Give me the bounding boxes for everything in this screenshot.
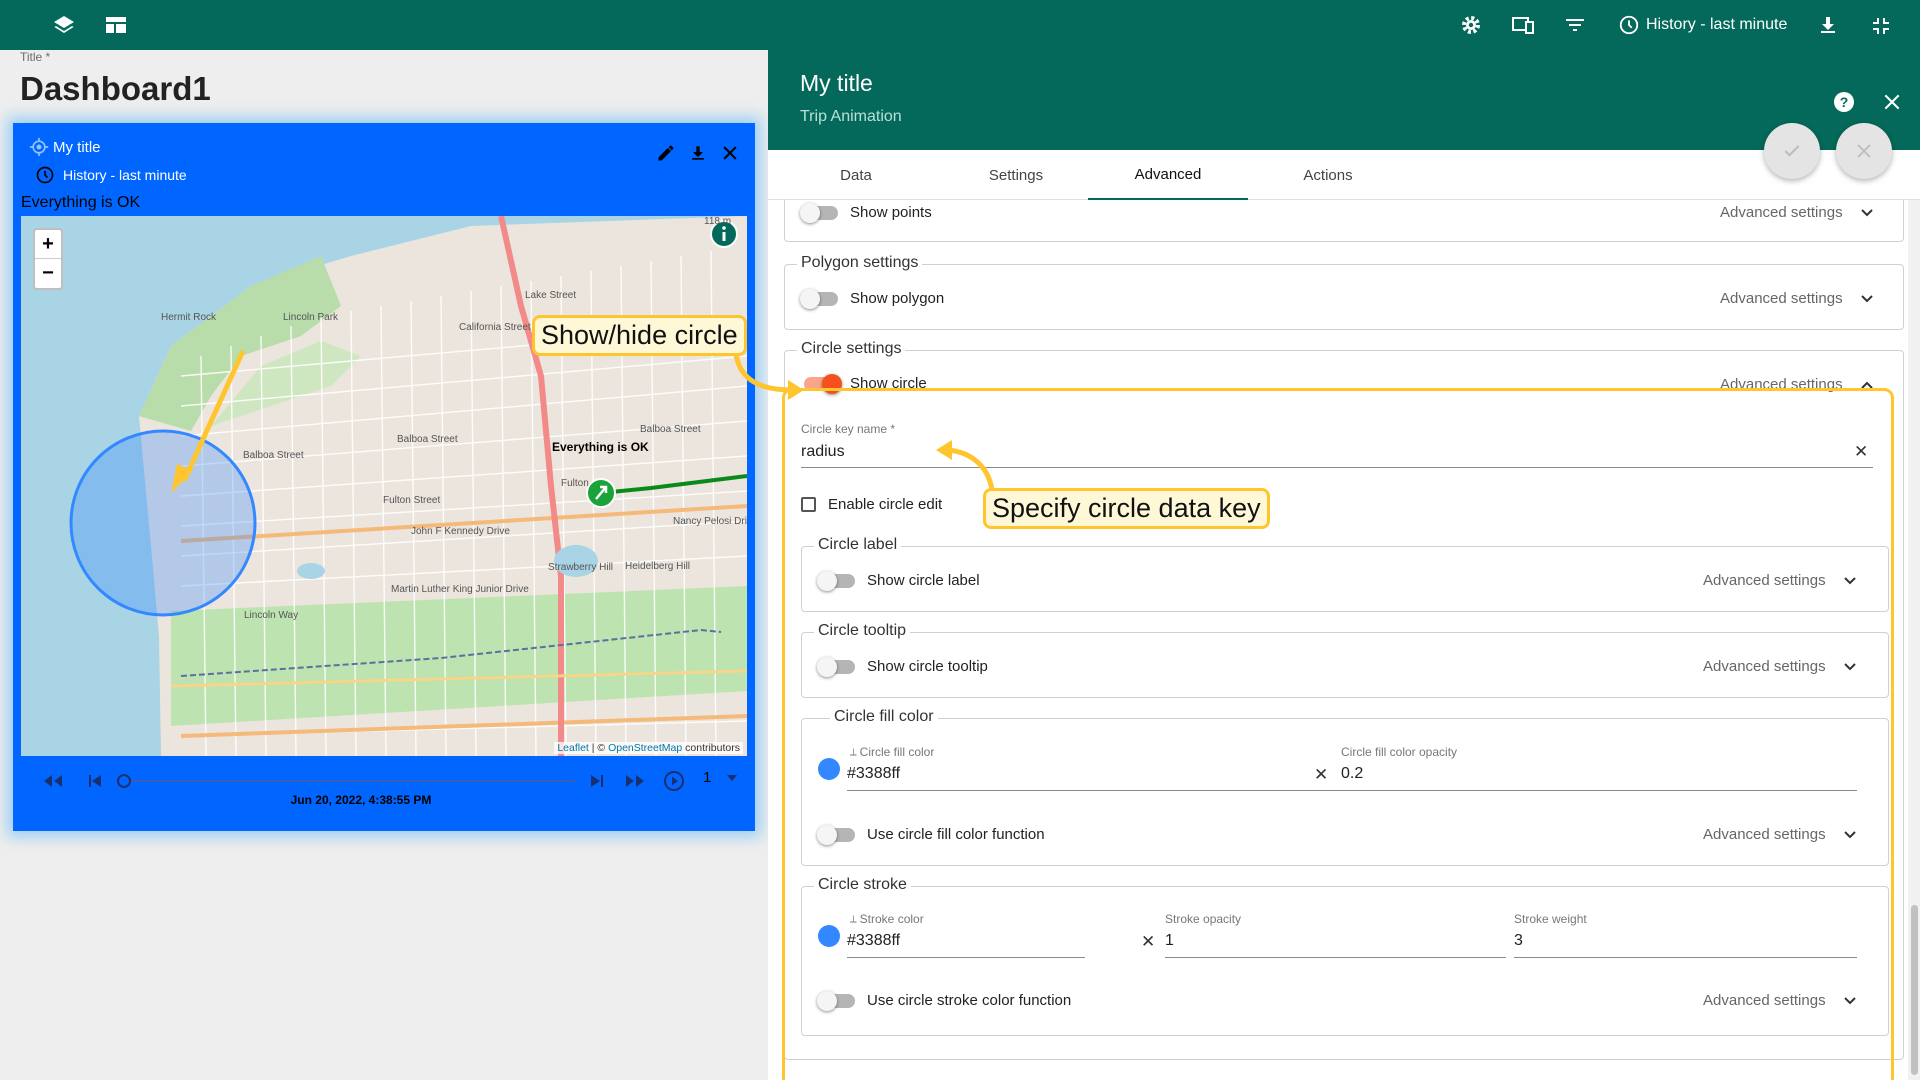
widget-history-label: History - last minute xyxy=(63,167,187,183)
map-attribution: Leaflet | © OpenStreetMap contributors xyxy=(554,742,743,754)
editor-subtitle: Trip Animation xyxy=(800,108,902,125)
leaflet-link[interactable]: Leaflet xyxy=(557,742,589,754)
download-icon[interactable] xyxy=(688,143,708,163)
tab-advanced[interactable]: Advanced xyxy=(1088,150,1248,200)
attribution-tail: contributors xyxy=(682,742,740,754)
scrollbar[interactable] xyxy=(1908,200,1920,1080)
devices-icon[interactable] xyxy=(1511,13,1535,37)
points-advanced-settings[interactable]: Advanced settings xyxy=(1720,204,1873,221)
polygon-settings-legend: Polygon settings xyxy=(797,254,923,272)
editor-title: My title xyxy=(800,70,873,96)
map-label: Lincoln Way xyxy=(244,610,299,621)
show-polygon-row: Show polygon xyxy=(800,288,945,309)
fast-forward-icon[interactable] xyxy=(625,773,645,789)
chevron-down-icon[interactable] xyxy=(727,775,737,781)
tab-actions[interactable]: Actions xyxy=(1248,150,1408,200)
map-label: Lincoln Park xyxy=(283,312,339,323)
close-icon[interactable] xyxy=(720,143,740,163)
map-label: Heidelberg Hill xyxy=(625,561,691,572)
widget-history: History - last minute xyxy=(35,165,187,185)
callout-arrow xyxy=(936,440,995,491)
help-icon[interactable]: ? xyxy=(1832,90,1856,114)
top-toolbar: History - last minute xyxy=(0,0,1920,50)
map-label: Martin Luther King Junior Drive xyxy=(391,584,529,595)
dashboard-title-input[interactable]: Dashboard1 xyxy=(20,70,211,108)
show-points-label: Show points xyxy=(850,204,932,221)
map-label: Hermit Rock xyxy=(161,312,217,323)
advanced-settings-label: Advanced settings xyxy=(1720,204,1843,221)
map-label: California Street xyxy=(459,322,531,333)
editor-header: My title Trip Animation ? xyxy=(768,50,1920,150)
scale-label: 118 m xyxy=(704,216,732,227)
callout-arrow xyxy=(733,353,804,400)
speed-select[interactable]: 1 xyxy=(703,769,711,786)
show-points-row: Show points xyxy=(800,202,932,223)
skip-next-icon[interactable] xyxy=(589,773,605,789)
zoom-out-button[interactable]: − xyxy=(35,259,61,288)
map-label: Fulton Street xyxy=(383,495,441,506)
tab-settings[interactable]: Settings xyxy=(936,150,1096,200)
attribution-separator: | © xyxy=(588,742,609,754)
show-polygon-toggle[interactable] xyxy=(800,288,838,309)
fullscreen-exit-icon[interactable] xyxy=(1868,13,1892,37)
advanced-settings-content: Show points Advanced settings Polygon se… xyxy=(768,200,1908,1080)
show-polygon-label: Show polygon xyxy=(850,290,945,307)
timeline-slider-thumb[interactable] xyxy=(117,774,131,788)
callout-specify-key: Specify circle data key xyxy=(983,488,1270,529)
download-icon[interactable] xyxy=(1816,13,1840,37)
scrollbar-thumb[interactable] xyxy=(1911,905,1918,1075)
filter-icon[interactable] xyxy=(1563,13,1587,37)
location-icon xyxy=(29,137,49,157)
map-widget: My title History - last minute Everythin… xyxy=(13,123,755,831)
svg-text:?: ? xyxy=(1840,94,1849,110)
clock-icon xyxy=(36,166,54,184)
map-label: Fulton xyxy=(561,478,589,489)
map-view[interactable]: + − Lake Street California Street Balboa… xyxy=(21,216,747,756)
map-label: John F Kennedy Drive xyxy=(411,526,510,537)
editor-tabs: Data Settings Advanced Actions xyxy=(768,150,1920,200)
widget-title: My title xyxy=(53,139,101,156)
map-label: Balboa Street xyxy=(243,450,304,461)
show-points-toggle[interactable] xyxy=(800,202,838,223)
map-label: Lake Street xyxy=(525,290,577,301)
layers-icon[interactable] xyxy=(52,13,76,37)
map-label: Balboa Street xyxy=(397,434,458,445)
dashboard-layout-icon[interactable] xyxy=(104,13,128,37)
close-icon[interactable] xyxy=(1882,92,1902,112)
zoom-control: + − xyxy=(33,228,63,290)
title-field-label: Title * xyxy=(20,50,51,64)
osm-link[interactable]: OpenStreetMap xyxy=(608,742,682,754)
timeline-slider-track[interactable] xyxy=(121,780,575,782)
skip-previous-icon[interactable] xyxy=(87,773,103,789)
clock-icon xyxy=(1619,15,1639,35)
callout-show-hide-circle: Show/hide circle xyxy=(532,315,747,356)
map-label: Nancy Pelosi Drive xyxy=(673,516,747,527)
tab-data[interactable]: Data xyxy=(776,150,936,200)
settings-icon[interactable] xyxy=(1459,13,1483,37)
playback-controls: Jun 20, 2022, 4:38:55 PM 1 xyxy=(21,763,747,823)
play-icon[interactable] xyxy=(663,770,685,792)
widget-editor-panel: My title Trip Animation ? Data Settings … xyxy=(768,50,1920,1080)
map-label: Balboa Street xyxy=(640,424,701,435)
edit-icon[interactable] xyxy=(656,143,676,163)
chevron-down-icon xyxy=(1860,294,1873,302)
history-label: History - last minute xyxy=(1646,16,1788,33)
chevron-down-icon xyxy=(1860,208,1873,216)
zoom-in-button[interactable]: + xyxy=(35,230,61,259)
history-timewindow[interactable]: History - last minute xyxy=(1618,13,1787,37)
map-label: Strawberry Hill xyxy=(548,562,614,573)
widget-status: Everything is OK xyxy=(21,194,141,211)
circle-settings-legend: Circle settings xyxy=(797,340,906,358)
current-timestamp: Jun 20, 2022, 4:38:55 PM xyxy=(290,793,432,807)
marker-label: Everything is OK xyxy=(552,440,649,454)
polygon-advanced-settings[interactable]: Advanced settings xyxy=(1720,290,1873,307)
fast-rewind-icon[interactable] xyxy=(43,773,63,789)
advanced-settings-label: Advanced settings xyxy=(1720,290,1843,307)
